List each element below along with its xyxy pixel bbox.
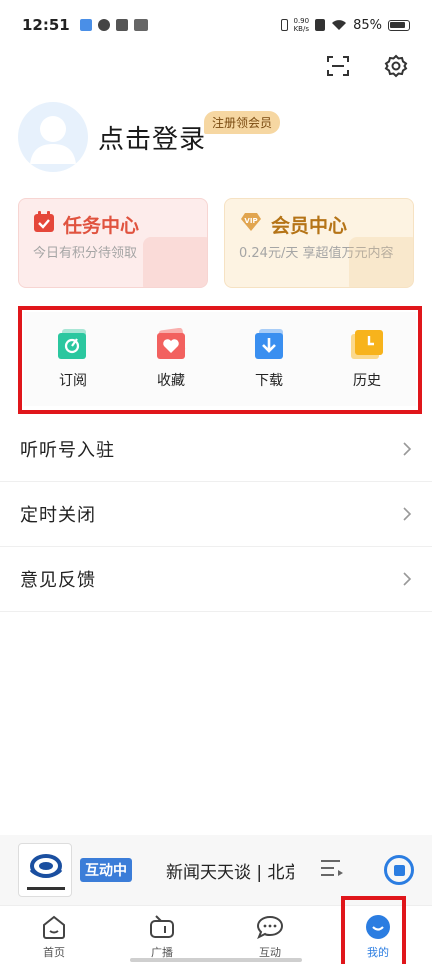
- member-badge[interactable]: 注册领会员: [204, 111, 281, 134]
- app-notification-icon: [79, 19, 92, 31]
- live-badge: 互动中: [80, 858, 132, 882]
- status-bar: 12:51 0.90 KB/s 85%: [0, 0, 432, 50]
- calendar-check-icon: [33, 211, 55, 238]
- menu-item-podcaster-join[interactable]: 听听号入驻: [0, 417, 432, 482]
- battery-percent: 85%: [353, 17, 382, 33]
- tab-highlight: [341, 896, 406, 964]
- app-notification-icon: [97, 19, 110, 31]
- vip-center-title: 会员中心: [271, 215, 348, 237]
- sim-off-icon: [315, 19, 326, 31]
- app-notification-icon: [115, 19, 128, 31]
- top-actions: [324, 52, 410, 80]
- net-speed: 0.90 KB/s: [294, 17, 310, 33]
- svg-text:VIP: VIP: [244, 217, 257, 225]
- task-center-card[interactable]: 任务中心 今日有积分待领取: [18, 198, 208, 288]
- battery-icon: [388, 19, 410, 31]
- chevron-right-icon: [403, 507, 412, 521]
- vibrate-icon: [280, 19, 288, 31]
- status-time: 12:51: [22, 16, 70, 34]
- chevron-right-icon: [403, 442, 412, 456]
- net-speed-value: 0.90: [293, 17, 310, 25]
- profile-header[interactable]: 点击登录 注册领会员: [18, 102, 418, 172]
- stop-button[interactable]: [384, 855, 414, 885]
- scan-icon[interactable]: [324, 52, 352, 80]
- mini-player[interactable]: 互动中 新闻天天谈 | 北京新闻广播: [0, 835, 432, 905]
- app-notification-icon: [133, 19, 148, 31]
- quick-entry-highlight: [18, 306, 422, 414]
- login-text[interactable]: 点击登录: [98, 119, 206, 156]
- stop-icon: [393, 864, 405, 876]
- menu-item-label: 意见反馈: [20, 570, 96, 591]
- avatar[interactable]: [18, 102, 88, 172]
- now-playing-title[interactable]: 新闻天天谈 | 北京新闻广播: [166, 858, 294, 883]
- tab-home[interactable]: 首页: [0, 906, 108, 964]
- tab-label: 首页: [43, 946, 65, 959]
- vip-center-card[interactable]: VIP 会员中心 0.24元/天 享超值万元内容: [224, 198, 414, 288]
- menu-item-sleep-timer[interactable]: 定时关闭: [0, 482, 432, 547]
- chevron-right-icon: [403, 572, 412, 586]
- wifi-icon: [332, 20, 347, 30]
- home-icon: [40, 914, 68, 940]
- station-logo[interactable]: [18, 843, 72, 897]
- card-decoration: [349, 237, 413, 287]
- menu-item-label: 定时关闭: [20, 505, 96, 526]
- net-speed-unit: KB/s: [293, 25, 309, 33]
- gear-icon[interactable]: [382, 52, 410, 80]
- tab-radio[interactable]: 广播: [108, 906, 216, 964]
- feature-cards: 任务中心 今日有积分待领取 VIP 会员中心 0.24元/天 享超值万元内容: [18, 198, 414, 288]
- playlist-icon[interactable]: [320, 858, 344, 882]
- task-center-title: 任务中心: [63, 215, 140, 237]
- tab-interact[interactable]: 互动: [216, 906, 324, 964]
- menu-item-feedback[interactable]: 意见反馈: [0, 547, 432, 612]
- vip-diamond-icon: VIP: [239, 212, 263, 237]
- radio-icon: [148, 914, 176, 940]
- settings-list: 听听号入驻 定时关闭 意见反馈: [0, 417, 432, 612]
- home-indicator: [130, 958, 302, 962]
- chat-icon: [256, 914, 284, 940]
- card-decoration: [143, 237, 207, 287]
- menu-item-label: 听听号入驻: [20, 440, 115, 461]
